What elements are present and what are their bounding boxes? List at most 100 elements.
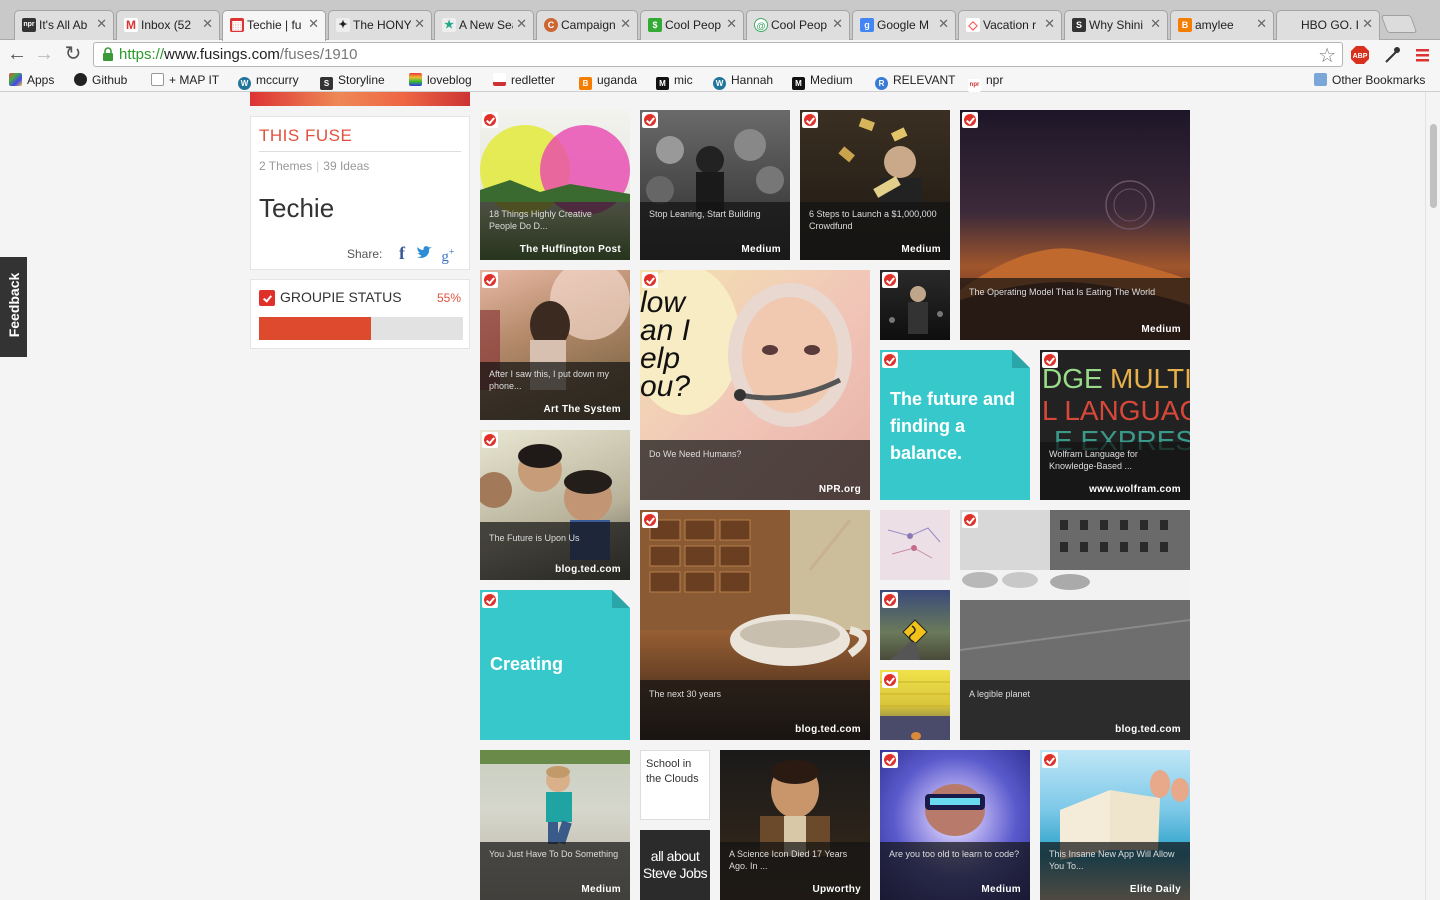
close-icon[interactable]: ✕: [620, 16, 631, 32]
bookmark-uganda[interactable]: Buganda: [579, 73, 637, 90]
note-tile-future-balance[interactable]: The future and finding a balance.: [880, 350, 1030, 500]
check-icon[interactable]: [962, 112, 978, 128]
ideas-count[interactable]: 39 Ideas: [323, 159, 369, 173]
eyedropper-icon[interactable]: [1382, 45, 1402, 65]
facebook-icon[interactable]: f: [392, 243, 412, 263]
bookmark-relevant[interactable]: R RELEVANT: [875, 73, 955, 90]
page-viewport: Feedback THIS FUSE 2 Themes | 39 Ideas Tec…: [0, 92, 1440, 900]
tab-cool-people-1[interactable]: $ Cool Peop ✕: [640, 10, 744, 40]
bookmark-github[interactable]: Github: [74, 73, 127, 87]
tile-caption: You Just Have To Do Something Medium: [480, 842, 630, 900]
close-icon[interactable]: ✕: [726, 16, 737, 32]
bookmark-hannah[interactable]: W Hannah: [713, 73, 773, 90]
check-icon[interactable]: [482, 592, 498, 608]
idea-tile-road-sign[interactable]: [880, 590, 950, 660]
menu-icon[interactable]: [1413, 45, 1433, 65]
check-icon[interactable]: [482, 432, 498, 448]
bookmark-other[interactable]: Other Bookmarks: [1314, 73, 1425, 87]
idea-tile-do-we-need-humans[interactable]: low an I elp ou? Do We Need Humans? NPR.…: [640, 270, 870, 500]
idea-tile-science-icon[interactable]: A Science Icon Died 17 Years Ago. In ...…: [720, 750, 870, 900]
dollar-icon: $: [648, 18, 662, 32]
note-tile-steve-jobs[interactable]: all about Steve Jobs: [640, 830, 710, 900]
check-icon[interactable]: [642, 272, 658, 288]
bookmark-storyline[interactable]: S Storyline: [320, 73, 385, 90]
tab-npr[interactable]: npr It's All Ab ✕: [14, 10, 114, 40]
idea-tile-operating-model[interactable]: The Operating Model That Is Eating The W…: [960, 110, 1190, 340]
adblock-icon[interactable]: ABP: [1350, 45, 1370, 65]
bookmark-mic[interactable]: Mmic: [656, 73, 693, 90]
note-tile-creating[interactable]: Creating: [480, 590, 630, 740]
tab-gmail[interactable]: M Inbox (52 ✕: [116, 10, 220, 40]
idea-tile-yellow-path[interactable]: [880, 670, 950, 740]
check-icon[interactable]: [1042, 352, 1058, 368]
tab-new-sea[interactable]: ★ A New Sea ✕: [434, 10, 534, 40]
check-icon[interactable]: [1042, 752, 1058, 768]
close-icon[interactable]: ✕: [1256, 16, 1267, 32]
bookmark-apps[interactable]: Apps: [9, 73, 54, 87]
close-icon[interactable]: ✕: [414, 16, 425, 32]
bookmark-mccurry[interactable]: Wmccurry: [238, 73, 299, 90]
check-icon[interactable]: [962, 512, 978, 528]
back-arrow-icon[interactable]: ←: [6, 43, 28, 65]
tab-why-shining[interactable]: S Why Shini ✕: [1064, 10, 1168, 40]
check-icon[interactable]: [882, 672, 898, 688]
scrollbar-thumb[interactable]: [1430, 124, 1437, 208]
feedback-tab[interactable]: Feedback: [0, 257, 27, 357]
note-tile-school-in-clouds[interactable]: School in the Clouds: [640, 750, 710, 820]
tab-techie[interactable]: ▦ Techie | fu ✕: [222, 10, 326, 41]
scrollbar[interactable]: [1425, 92, 1440, 900]
idea-tile-crowdfund[interactable]: 6 Steps to Launch a $1,000,000 Crowdfund…: [800, 110, 950, 260]
idea-tile-speaker[interactable]: [880, 270, 950, 340]
tab-hbo-go[interactable]: HBO GO. I ✕: [1276, 10, 1380, 40]
idea-tile-learn-to-code[interactable]: Are you too old to learn to code? Medium: [880, 750, 1030, 900]
themes-count[interactable]: 2 Themes: [259, 159, 312, 173]
close-icon[interactable]: ✕: [308, 16, 319, 32]
close-icon[interactable]: ✕: [1044, 16, 1055, 32]
check-icon[interactable]: [642, 512, 658, 528]
check-icon[interactable]: [482, 112, 498, 128]
bookmark-npr[interactable]: npr npr: [968, 73, 1003, 92]
new-tab-button[interactable]: [1380, 15, 1418, 33]
idea-tile-next-30-years[interactable]: The next 30 years blog.ted.com: [640, 510, 870, 740]
tab-vacation[interactable]: ◇ Vacation r ✕: [958, 10, 1062, 40]
close-icon[interactable]: ✕: [832, 16, 843, 32]
idea-tile-whiteboard[interactable]: [880, 510, 950, 580]
check-icon[interactable]: [882, 752, 898, 768]
idea-tile-just-do-something[interactable]: You Just Have To Do Something Medium: [480, 750, 630, 900]
groupie-status-card: GROUPIE STATUS 55%: [250, 279, 470, 349]
google-plus-icon[interactable]: g+: [438, 243, 458, 265]
check-icon[interactable]: [642, 112, 658, 128]
tab-campaign[interactable]: C Campaign ✕: [536, 10, 638, 40]
idea-tile-wolfram[interactable]: DGE MULTI L LANGUAGE E EXPRESSI Wolfram …: [1040, 350, 1190, 500]
check-icon[interactable]: [482, 272, 498, 288]
check-icon[interactable]: [882, 592, 898, 608]
twitter-icon[interactable]: [415, 243, 435, 263]
bookmark-redletter[interactable]: redletter: [493, 73, 555, 87]
reload-icon[interactable]: ↻: [62, 43, 84, 65]
idea-tile-creative-people[interactable]: 18 Things Highly Creative People Do D...…: [480, 110, 630, 260]
idea-tile-insane-app[interactable]: This Insane New App Will Allow You To...…: [1040, 750, 1190, 900]
close-icon[interactable]: ✕: [1362, 16, 1373, 32]
bookmark-map-it[interactable]: + MAP IT: [151, 73, 219, 87]
close-icon[interactable]: ✕: [202, 16, 213, 32]
tab-cool-people-2[interactable]: @ Cool Peop ✕: [746, 10, 850, 40]
forward-arrow-icon[interactable]: →: [33, 43, 55, 65]
idea-tile-put-down-phone[interactable]: After I saw this, I put down my phone...…: [480, 270, 630, 420]
check-icon[interactable]: [882, 352, 898, 368]
idea-tile-future-upon-us[interactable]: The Future is Upon Us blog.ted.com: [480, 430, 630, 580]
idea-tile-legible-planet[interactable]: A legible planet blog.ted.com: [960, 510, 1190, 740]
bookmark-medium[interactable]: M Medium: [792, 73, 853, 90]
tab-amylee[interactable]: B amylee ✕: [1170, 10, 1274, 40]
check-icon[interactable]: [802, 112, 818, 128]
close-icon[interactable]: ✕: [1150, 16, 1161, 32]
tab-google-maps[interactable]: g Google M ✕: [852, 10, 956, 40]
idea-tile-stop-leaning[interactable]: Stop Leaning, Start Building Medium: [640, 110, 790, 260]
close-icon[interactable]: ✕: [938, 16, 949, 32]
close-icon[interactable]: ✕: [96, 16, 107, 32]
bookmark-star-icon[interactable]: ☆: [1318, 43, 1336, 68]
close-icon[interactable]: ✕: [516, 16, 527, 32]
address-bar[interactable]: https://www.fusings.com/fuses/1910 ☆: [93, 42, 1343, 67]
bookmark-loveblog[interactable]: loveblog: [409, 73, 472, 87]
check-icon[interactable]: [882, 272, 898, 288]
tab-hony[interactable]: ✦ The HONY ✕: [328, 10, 432, 40]
